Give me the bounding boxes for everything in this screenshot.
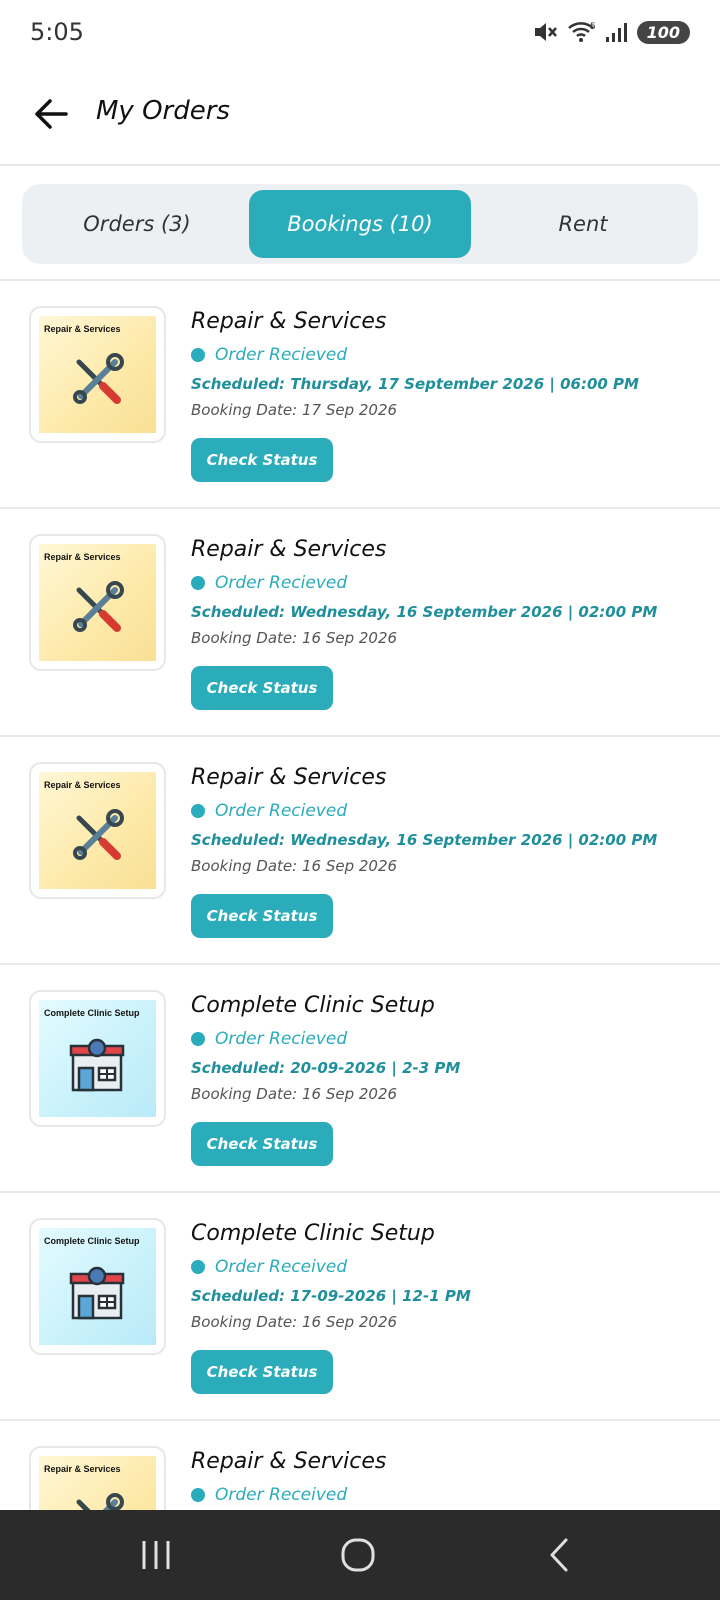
service-thumbnail: Repair & Services [29,1446,166,1510]
status-bar: 5:05 5 100 [0,0,720,64]
service-thumbnail: Repair & Services [29,534,166,671]
service-thumbnail: Complete Clinic Setup [29,1218,166,1355]
check-status-button[interactable]: Check Status [191,1122,333,1166]
tab-orders[interactable]: Orders (3) [28,190,246,258]
wrench-screwdriver-icon [73,353,124,404]
scheduled-time: Scheduled: 17-09-2026 | 12-1 PM [191,1287,471,1305]
status-dot-icon [191,576,205,590]
service-thumbnail: Complete Clinic Setup [29,990,166,1127]
thumbnail-label: Repair & Services [44,552,121,562]
thumbnail-label: Repair & Services [44,324,121,334]
tab-bookings[interactable]: Bookings (10) [249,190,471,258]
wrench-screwdriver-icon [73,581,124,632]
order-tabs: Orders (3) Bookings (10) Rent [22,184,698,264]
status-dot-icon [191,1032,205,1046]
list-item: Repair & Services Repair & Services Orde… [0,509,720,737]
status-dot-icon [191,1260,205,1274]
list-item: Complete Clinic Setup Complete Clinic Se… [0,1193,720,1421]
wrench-screwdriver-icon [76,1493,124,1510]
chevron-left-icon [550,1538,568,1572]
status-text: Order Recieved [215,801,348,821]
service-title: Complete Clinic Setup [191,993,435,1018]
list-item: Complete Clinic Setup Complete Clinic Se… [0,965,720,1193]
status-icons: 5 100 [533,20,690,44]
status-text: Order Recieved [215,345,348,365]
status-text: Order Recieved [215,573,348,593]
scheduled-time: Scheduled: Wednesday, 16 September 2026 … [191,603,658,621]
order-status: Order Received [191,1485,347,1505]
scheduled-time: Scheduled: Wednesday, 16 September 2026 … [191,831,658,849]
booking-date: Booking Date: 16 Sep 2026 [191,857,398,875]
thumbnail-label: Complete Clinic Setup [44,1008,140,1018]
home-button[interactable] [338,1535,378,1575]
service-title: Complete Clinic Setup [191,1221,435,1246]
bookings-list[interactable]: Repair & Services Repair & Services Orde… [0,281,720,1510]
check-status-button[interactable]: Check Status [191,666,333,710]
check-status-button[interactable]: Check Status [191,894,333,938]
mute-icon [534,23,557,41]
app-header: My Orders [0,64,720,166]
status-dot-icon [191,1488,205,1502]
check-status-button[interactable]: Check Status [191,1350,333,1394]
wrench-screwdriver-icon [73,809,124,860]
home-icon [341,1538,375,1572]
status-text: Order Received [215,1485,348,1505]
back-button[interactable] [30,92,74,136]
clinic-building-icon [69,1038,125,1092]
scheduled-time: Scheduled: 20-09-2026 | 2-3 PM [191,1059,461,1077]
booking-date: Booking Date: 16 Sep 2026 [191,1313,398,1331]
status-text: Order Received [215,1257,348,1277]
svg-text:5: 5 [590,22,596,32]
thumbnail-label: Complete Clinic Setup [44,1236,140,1246]
arrow-left-icon [35,99,68,129]
thumbnail-label: Repair & Services [44,1464,121,1474]
wifi-icon: 5 [567,22,596,42]
service-title: Repair & Services [191,537,387,562]
check-status-button[interactable]: Check Status [191,438,333,482]
signal-icon [605,23,627,42]
service-title: Repair & Services [191,309,387,334]
order-status: Order Recieved [191,801,347,821]
list-item: Repair & Services Repair & Services Orde… [0,737,720,965]
booking-date: Booking Date: 16 Sep 2026 [191,629,398,647]
page-title: My Orders [96,96,230,126]
service-title: Repair & Services [191,1449,387,1474]
recents-icon [142,1541,170,1569]
battery-indicator: 100 [636,20,690,44]
status-text: Order Recieved [215,1029,348,1049]
order-status: Order Recieved [191,345,347,365]
system-nav-bar [0,1510,720,1600]
status-dot-icon [191,804,205,818]
order-status: Order Received [191,1257,347,1277]
scheduled-time: Scheduled: Thursday, 17 September 2026 |… [191,375,639,393]
order-status: Order Recieved [191,1029,347,1049]
system-back-button[interactable] [540,1535,580,1575]
list-item: Repair & Services Repair & Services Orde… [0,1421,720,1510]
booking-date: Booking Date: 16 Sep 2026 [191,1085,398,1103]
list-item: Repair & Services Repair & Services Orde… [0,281,720,509]
order-status: Order Recieved [191,573,347,593]
status-time: 5:05 [30,18,84,46]
service-thumbnail: Repair & Services [29,762,166,899]
service-thumbnail: Repair & Services [29,306,166,443]
recents-button[interactable] [136,1535,176,1575]
clinic-building-icon [69,1266,125,1320]
booking-date: Booking Date: 17 Sep 2026 [191,401,398,419]
tab-rent[interactable]: Rent [474,190,692,258]
status-dot-icon [191,348,205,362]
service-title: Repair & Services [191,765,387,790]
thumbnail-label: Repair & Services [44,780,121,790]
